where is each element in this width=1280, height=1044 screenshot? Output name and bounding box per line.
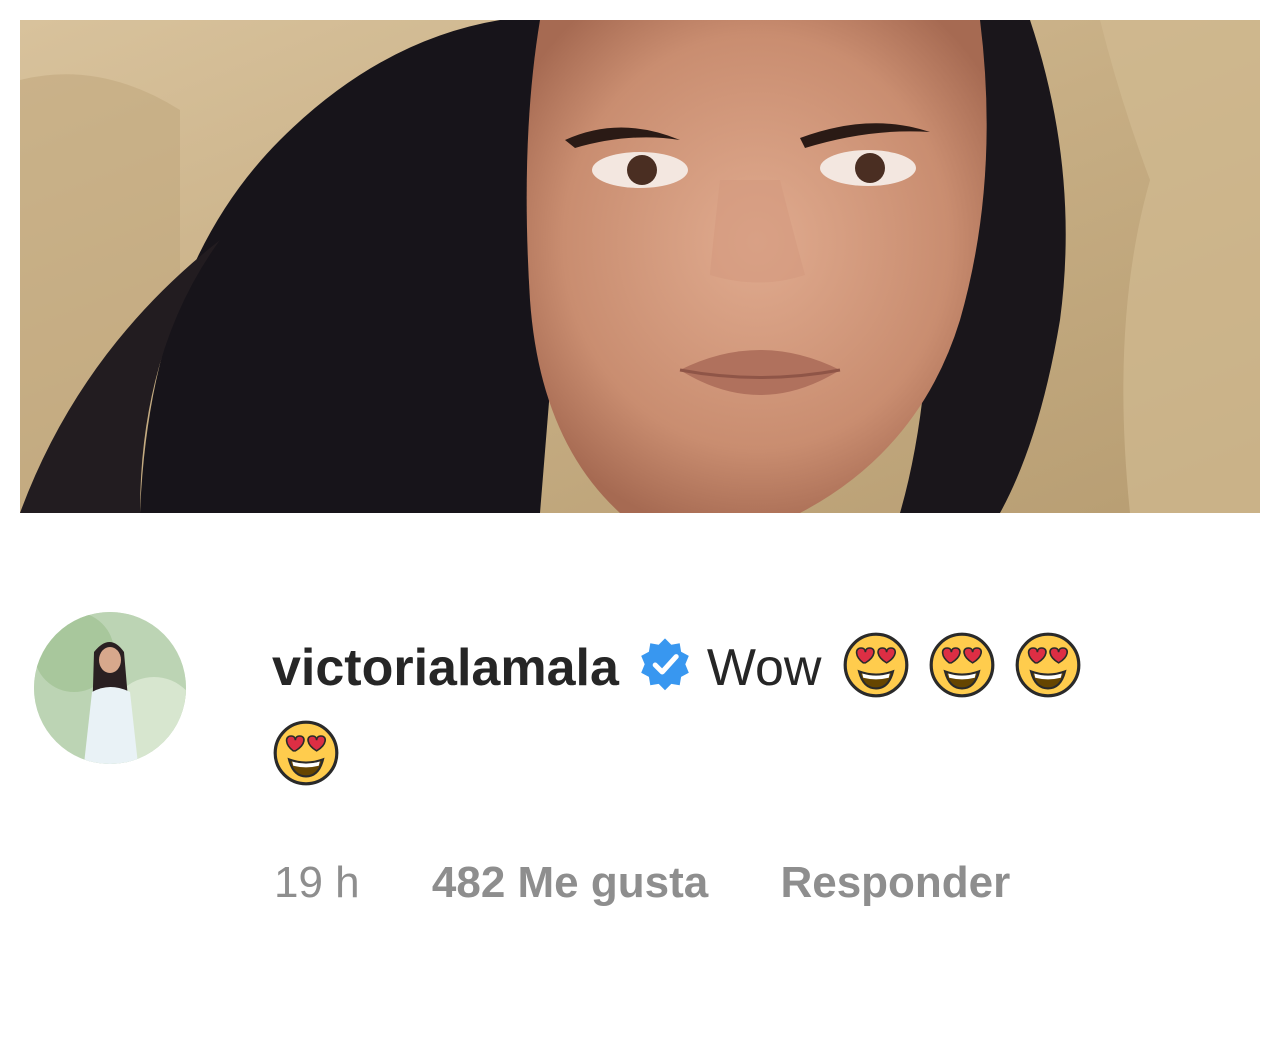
comment-body: victorialamala Wow [272,624,1232,800]
heart-eyes-emoji-icon [843,632,908,698]
heart-eyes-emoji-icon [929,632,994,698]
post-photo[interactable] [20,20,1260,513]
avatar[interactable] [34,612,186,764]
likes-count[interactable]: 482 Me gusta [432,858,708,907]
username-link[interactable]: victorialamala [272,639,619,697]
comment-timestamp[interactable]: 19 h [274,858,360,907]
comment: victorialamala Wow 19 h 482 Me gusta Res… [34,612,1254,912]
comment-text: Wow [706,639,822,697]
post-photo-illustration [20,20,1260,513]
comment-meta: 19 h 482 Me gusta Responder [274,858,1010,908]
verified-badge-icon [641,638,689,691]
heart-eyes-emoji-icon [273,720,339,786]
heart-eyes-emoji-icon [1015,632,1080,698]
reply-button[interactable]: Responder [780,858,1010,907]
avatar-image [34,612,186,764]
